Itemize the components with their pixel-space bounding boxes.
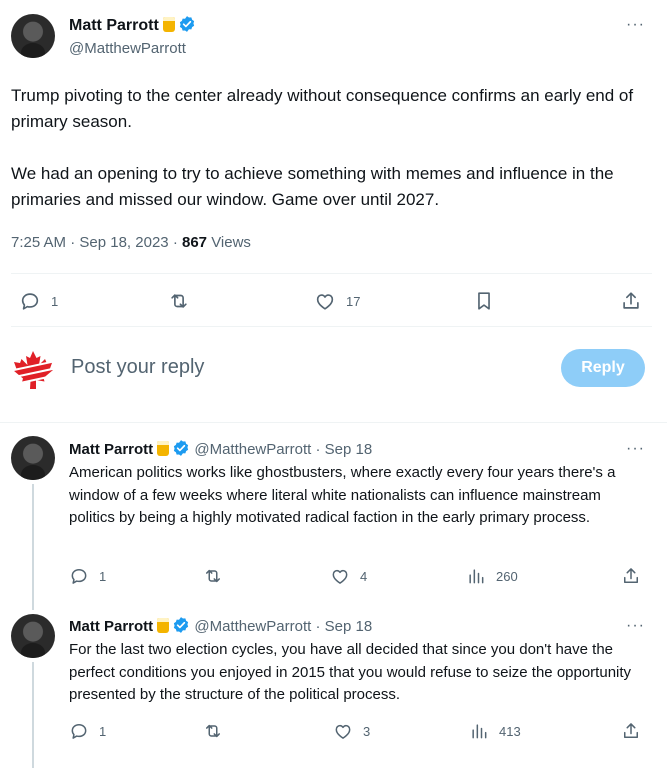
- meta-separator: ·: [315, 441, 321, 458]
- thread-connector-line: [32, 662, 34, 768]
- beer-emoji-icon: [157, 618, 170, 633]
- thread-connector-line: [32, 484, 34, 610]
- reply-input[interactable]: Post your reply: [71, 356, 204, 379]
- section-divider: [0, 422, 667, 423]
- heart-icon: [314, 290, 336, 312]
- maple-leaf-avatar-icon[interactable]: [9, 349, 58, 396]
- reply-date[interactable]: Sep 18: [325, 441, 373, 458]
- beer-emoji-icon: [157, 441, 170, 456]
- divider: [11, 273, 652, 274]
- more-options-icon[interactable]: ···: [626, 440, 645, 458]
- reply-count: 1: [51, 293, 59, 309]
- views-action[interactable]: 260: [466, 566, 518, 586]
- repost-icon: [203, 566, 223, 586]
- verified-badge-icon[interactable]: [178, 15, 196, 38]
- reply-button[interactable]: Reply: [561, 349, 645, 387]
- tweet-text: Trump pivoting to the center already wit…: [11, 83, 651, 239]
- share-action[interactable]: [621, 566, 641, 586]
- like-count: 17: [346, 293, 361, 309]
- analytics-icon: [466, 566, 486, 586]
- repost-action[interactable]: [203, 566, 223, 586]
- more-options-icon[interactable]: ···: [626, 617, 645, 635]
- views-label: Views: [211, 234, 251, 251]
- meta-separator: ·: [70, 234, 80, 251]
- views-count: 413: [499, 723, 521, 739]
- author-avatar[interactable]: [11, 614, 55, 658]
- reply-action[interactable]: 1: [19, 290, 58, 312]
- author-name[interactable]: Matt Parrott: [69, 441, 153, 458]
- meta-separator: ·: [172, 234, 182, 251]
- reply-header: Matt Parrott @MatthewParrott · Sep 18: [69, 616, 372, 638]
- repost-action[interactable]: [203, 721, 223, 741]
- reply-count: 1: [99, 568, 107, 584]
- reply-text: For the last two election cycles, you ha…: [69, 641, 632, 703]
- like-action[interactable]: 4: [330, 566, 367, 586]
- tweet-date[interactable]: Sep 18, 2023: [79, 234, 168, 251]
- reply-action[interactable]: 1: [69, 721, 106, 741]
- tweet-time[interactable]: 7:25 AM: [11, 234, 66, 251]
- repost-icon: [167, 290, 191, 312]
- author-handle[interactable]: @MatthewParrott: [69, 40, 186, 57]
- share-icon: [620, 290, 642, 312]
- bookmark-icon: [473, 290, 495, 312]
- reply-icon: [19, 290, 41, 312]
- author-avatar[interactable]: [11, 436, 55, 480]
- like-count: 4: [360, 568, 368, 584]
- share-icon: [621, 566, 641, 586]
- reply-icon: [69, 566, 89, 586]
- reply-count: 1: [99, 723, 107, 739]
- beer-emoji-icon: [162, 17, 175, 32]
- author-handle[interactable]: @MatthewParrott: [194, 618, 311, 635]
- repost-icon: [203, 721, 223, 741]
- reply-header: Matt Parrott @MatthewParrott · Sep 18: [69, 439, 372, 461]
- author-avatar[interactable]: [11, 14, 55, 58]
- heart-icon: [330, 566, 350, 586]
- divider: [11, 326, 652, 327]
- like-action[interactable]: 17: [314, 290, 360, 312]
- share-action[interactable]: [621, 721, 641, 741]
- tweet-meta: 7:25 AM · Sep 18, 2023 · 867 Views: [11, 234, 251, 251]
- more-options-icon[interactable]: ···: [626, 16, 645, 34]
- views-count: 867: [181, 234, 208, 251]
- meta-separator: ·: [315, 618, 321, 635]
- share-icon: [621, 721, 641, 741]
- reply-icon: [69, 721, 89, 741]
- bookmark-action[interactable]: [473, 290, 495, 312]
- tweet-paragraph: We had an opening to try to achieve some…: [11, 164, 614, 209]
- views-action[interactable]: 413: [469, 721, 521, 741]
- repost-action[interactable]: [167, 290, 191, 312]
- heart-icon: [333, 721, 353, 741]
- reply-action[interactable]: 1: [69, 566, 106, 586]
- analytics-icon: [469, 721, 489, 741]
- share-action[interactable]: [620, 290, 642, 312]
- like-count: 3: [363, 723, 371, 739]
- verified-badge-icon[interactable]: [172, 616, 190, 638]
- like-action[interactable]: 3: [333, 721, 370, 741]
- tweet-paragraph: Trump pivoting to the center already wit…: [11, 86, 634, 131]
- views-count: 260: [496, 568, 518, 584]
- author-handle[interactable]: @MatthewParrott: [194, 441, 311, 458]
- verified-badge-icon[interactable]: [172, 439, 190, 461]
- author-name[interactable]: Matt Parrott: [69, 618, 153, 635]
- author-name[interactable]: Matt Parrott: [69, 17, 159, 34]
- reply-text: American politics works like ghostbuster…: [69, 464, 616, 526]
- author-name-row: Matt Parrott: [69, 15, 196, 38]
- reply-date[interactable]: Sep 18: [325, 618, 373, 635]
